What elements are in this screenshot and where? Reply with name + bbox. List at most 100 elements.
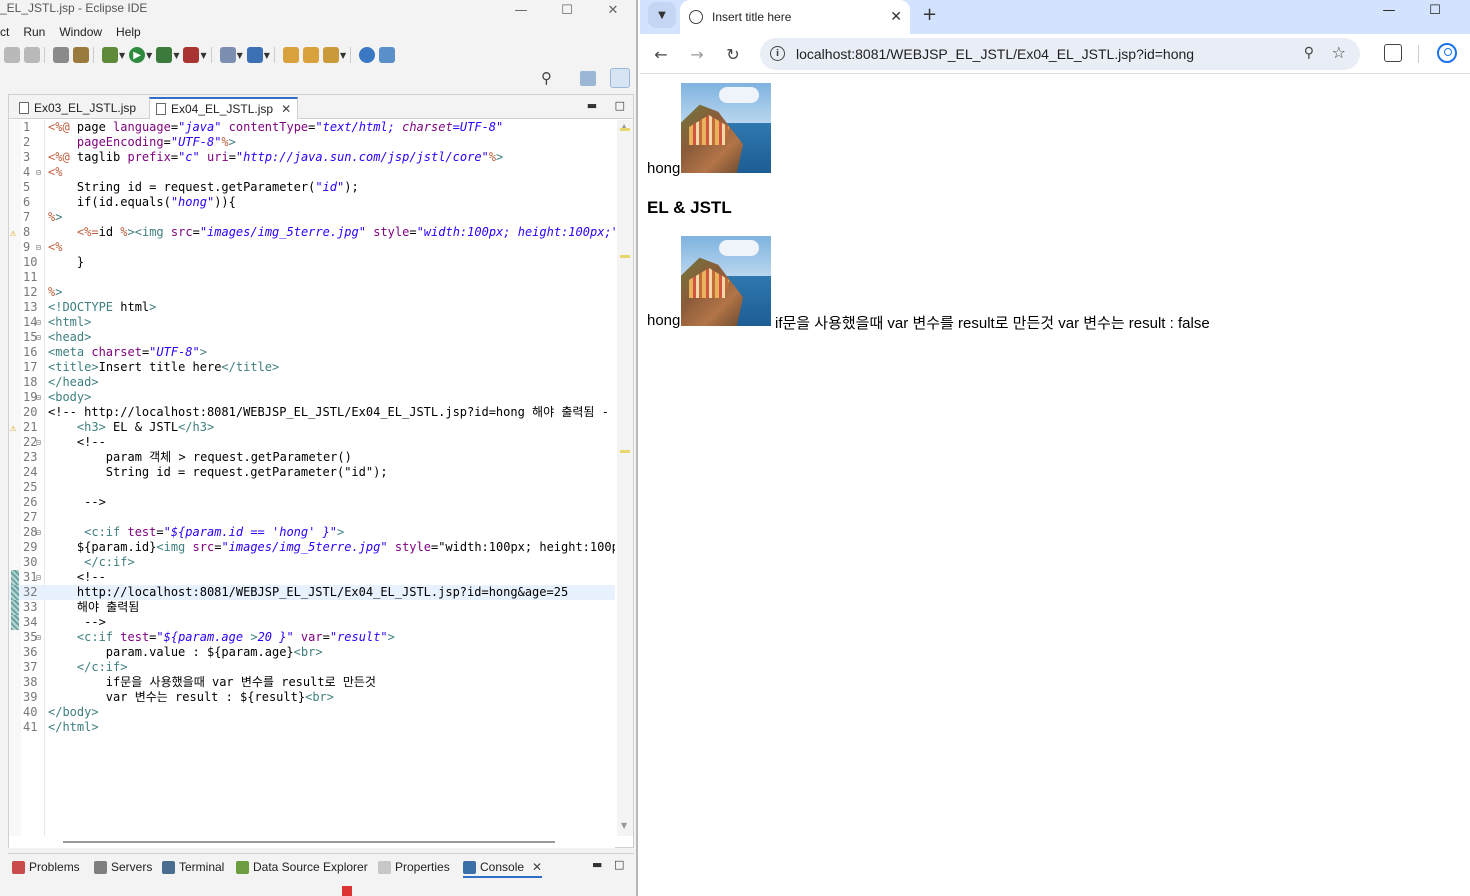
tab-console[interactable]: Console ✕ <box>463 860 543 878</box>
reload-icon[interactable]: ↻ <box>721 42 745 66</box>
fold-icon[interactable]: ⊟ <box>36 525 41 540</box>
menu-help[interactable]: Help <box>116 22 149 42</box>
chevron-down-icon[interactable]: ▼ <box>200 51 206 60</box>
code-line[interactable]: 35 ⊟ <c:if test="${param.age >20 }" var="… <box>9 630 615 645</box>
address-bar[interactable]: i localhost:8081/WEBJSP_EL_JSTL/Ex04_EL_… <box>760 38 1360 70</box>
maximize-icon[interactable]: ☐ <box>544 0 590 20</box>
code-line[interactable]: 16 <meta charset="UTF-8"> <box>9 345 615 360</box>
fold-icon[interactable]: ⊟ <box>36 390 41 405</box>
code-line[interactable]: 34 --> <box>9 615 615 630</box>
code-line[interactable]: 37 </c:if> <box>9 660 615 675</box>
scroll-down-icon[interactable]: ▼ <box>621 821 627 830</box>
jee-perspective-icon[interactable] <box>610 68 630 88</box>
extensions-icon[interactable] <box>1384 44 1402 62</box>
tab-properties[interactable]: Properties <box>378 860 450 874</box>
minimize-icon[interactable]: — <box>498 0 544 20</box>
globe-icon[interactable] <box>359 47 376 63</box>
browser-tab[interactable]: Insert title here ✕ <box>680 0 910 34</box>
code-line[interactable]: 18 </head> <box>9 375 615 390</box>
code-line[interactable]: 2 pageEncoding="UTF-8"%> <box>9 135 615 150</box>
code-line[interactable]: 10 } <box>9 255 615 270</box>
code-line[interactable]: 22 ⊟ <!-- <box>9 435 615 450</box>
new-tab-icon[interactable]: + <box>922 4 937 25</box>
code-editor[interactable]: 1 <%@ page language="java" contentType="t… <box>9 120 615 836</box>
chevron-down-icon[interactable]: ▼ <box>146 51 152 60</box>
code-line[interactable]: 41 </html> <box>9 720 615 735</box>
code-line[interactable]: 26 --> <box>9 495 615 510</box>
code-line[interactable]: 15 ⊟ <head> <box>9 330 615 345</box>
maximize-icon[interactable]: □ <box>615 99 625 112</box>
code-line[interactable]: 33 해야 출력됨 <box>9 600 615 615</box>
fold-icon[interactable]: ⊟ <box>36 570 41 585</box>
code-line[interactable]: 4 ⊟ <% <box>9 165 615 180</box>
close-icon[interactable]: ✕ <box>281 102 291 116</box>
console-icon[interactable] <box>53 47 69 63</box>
code-line[interactable]: 13 <!DOCTYPE html> <box>9 300 615 315</box>
tab-terminal[interactable]: Terminal <box>162 860 224 874</box>
code-line[interactable]: 3 <%@ taglib prefix="c" uri="http://java.… <box>9 150 615 165</box>
info-icon[interactable]: i <box>770 46 785 61</box>
close-icon[interactable]: ✕ <box>532 860 542 874</box>
code-line[interactable]: 11 <box>9 270 615 285</box>
close-icon[interactable]: ✕ <box>890 9 902 25</box>
code-line[interactable]: ⚠ 8 <%=id %><img src="images/img_5terre.j… <box>9 225 615 240</box>
code-line[interactable]: 24 String id = request.getParameter("id"… <box>9 465 615 480</box>
minimize-icon[interactable]: — <box>1366 0 1412 20</box>
fold-icon[interactable]: ⊟ <box>36 630 41 645</box>
editor-vertical-scrollbar[interactable]: ▲ ▼ <box>617 120 633 836</box>
code-line[interactable]: 30 </c:if> <box>9 555 615 570</box>
fold-icon[interactable]: ⊟ <box>36 240 41 255</box>
address-url[interactable]: localhost:8081/WEBJSP_EL_JSTL/Ex04_EL_JS… <box>796 46 1194 62</box>
tab-servers[interactable]: Servers <box>94 860 152 874</box>
maximize-icon[interactable]: □ <box>614 858 624 871</box>
code-line[interactable]: ⚠ 21 <h3> EL & JSTL</h3> <box>9 420 615 435</box>
tab-search-button[interactable]: ▼ <box>648 2 676 28</box>
overview-warning-mark[interactable] <box>620 255 630 258</box>
code-line[interactable]: 27 <box>9 510 615 525</box>
code-line[interactable]: 38 if문을 사용했을때 var 변수를 result로 만든것 <box>9 675 615 690</box>
code-line[interactable]: 29 ${param.id}<img src="images/img_5terr… <box>9 540 615 555</box>
code-line[interactable]: 5 String id = request.getParameter("id")… <box>9 180 615 195</box>
chevron-down-icon[interactable]: ▼ <box>173 51 179 60</box>
forward-icon[interactable]: → <box>685 42 709 66</box>
overview-warning-mark[interactable] <box>620 128 630 131</box>
chevron-down-icon[interactable]: ▼ <box>340 51 346 60</box>
chevron-down-icon[interactable]: ▼ <box>119 51 125 60</box>
minimize-icon[interactable]: ▬ <box>592 858 602 871</box>
new-server-icon[interactable] <box>219 47 236 63</box>
star-icon[interactable]: ☆ <box>1332 43 1346 62</box>
close-icon[interactable]: ✕ <box>590 0 636 20</box>
editor-horizontal-scrollbar[interactable] <box>9 836 615 848</box>
minimize-icon[interactable]: ▬ <box>587 99 597 112</box>
chevron-down-icon[interactable]: ▼ <box>264 51 270 60</box>
menu-run[interactable]: Run <box>23 22 53 42</box>
profile-icon[interactable] <box>1437 43 1457 63</box>
code-line[interactable]: 7 %> <box>9 210 615 225</box>
open-type-icon[interactable] <box>282 47 299 63</box>
scrollbar-thumb[interactable] <box>63 841 555 843</box>
tab-ex04[interactable]: Ex04_EL_JSTL.jsp ✕ <box>149 97 299 119</box>
tab-ex03[interactable]: Ex03_EL_JSTL.jsp <box>13 97 142 119</box>
undo-icon[interactable] <box>4 47 20 63</box>
code-line[interactable]: 19 ⊟ <body> <box>9 390 615 405</box>
code-line[interactable]: 32 http://localhost:8081/WEBJSP_EL_JSTL/… <box>9 585 615 600</box>
maximize-icon[interactable]: ☐ <box>1412 0 1458 20</box>
code-line[interactable]: 23 param 객체 > request.getParameter() <box>9 450 615 465</box>
run-icon[interactable]: ▶ <box>129 47 146 63</box>
code-line[interactable]: 17 <title>Insert title here</title> <box>9 360 615 375</box>
redo-icon[interactable] <box>24 47 40 63</box>
open-resource-icon[interactable] <box>302 47 319 63</box>
web-browser-icon[interactable] <box>379 47 396 63</box>
task-icon[interactable] <box>73 47 89 63</box>
code-line[interactable]: 36 param.value : ${param.age}<br> <box>9 645 615 660</box>
code-line[interactable]: 9 ⊟ <% <box>9 240 615 255</box>
back-icon[interactable]: ← <box>649 42 673 66</box>
debug-icon[interactable] <box>102 47 118 63</box>
tab-data-source-explorer[interactable]: Data Source Explorer <box>236 860 368 874</box>
new-class-icon[interactable] <box>246 47 263 63</box>
warning-icon[interactable]: ⚠ <box>10 226 16 241</box>
code-line[interactable]: 28 ⊟ <c:if test="${param.id == 'hong' }"> <box>9 525 615 540</box>
code-line[interactable]: 6 if(id.equals("hong")){ <box>9 195 615 210</box>
code-line[interactable]: 25 <box>9 480 615 495</box>
zoom-icon[interactable]: ⚲ <box>1304 45 1314 61</box>
